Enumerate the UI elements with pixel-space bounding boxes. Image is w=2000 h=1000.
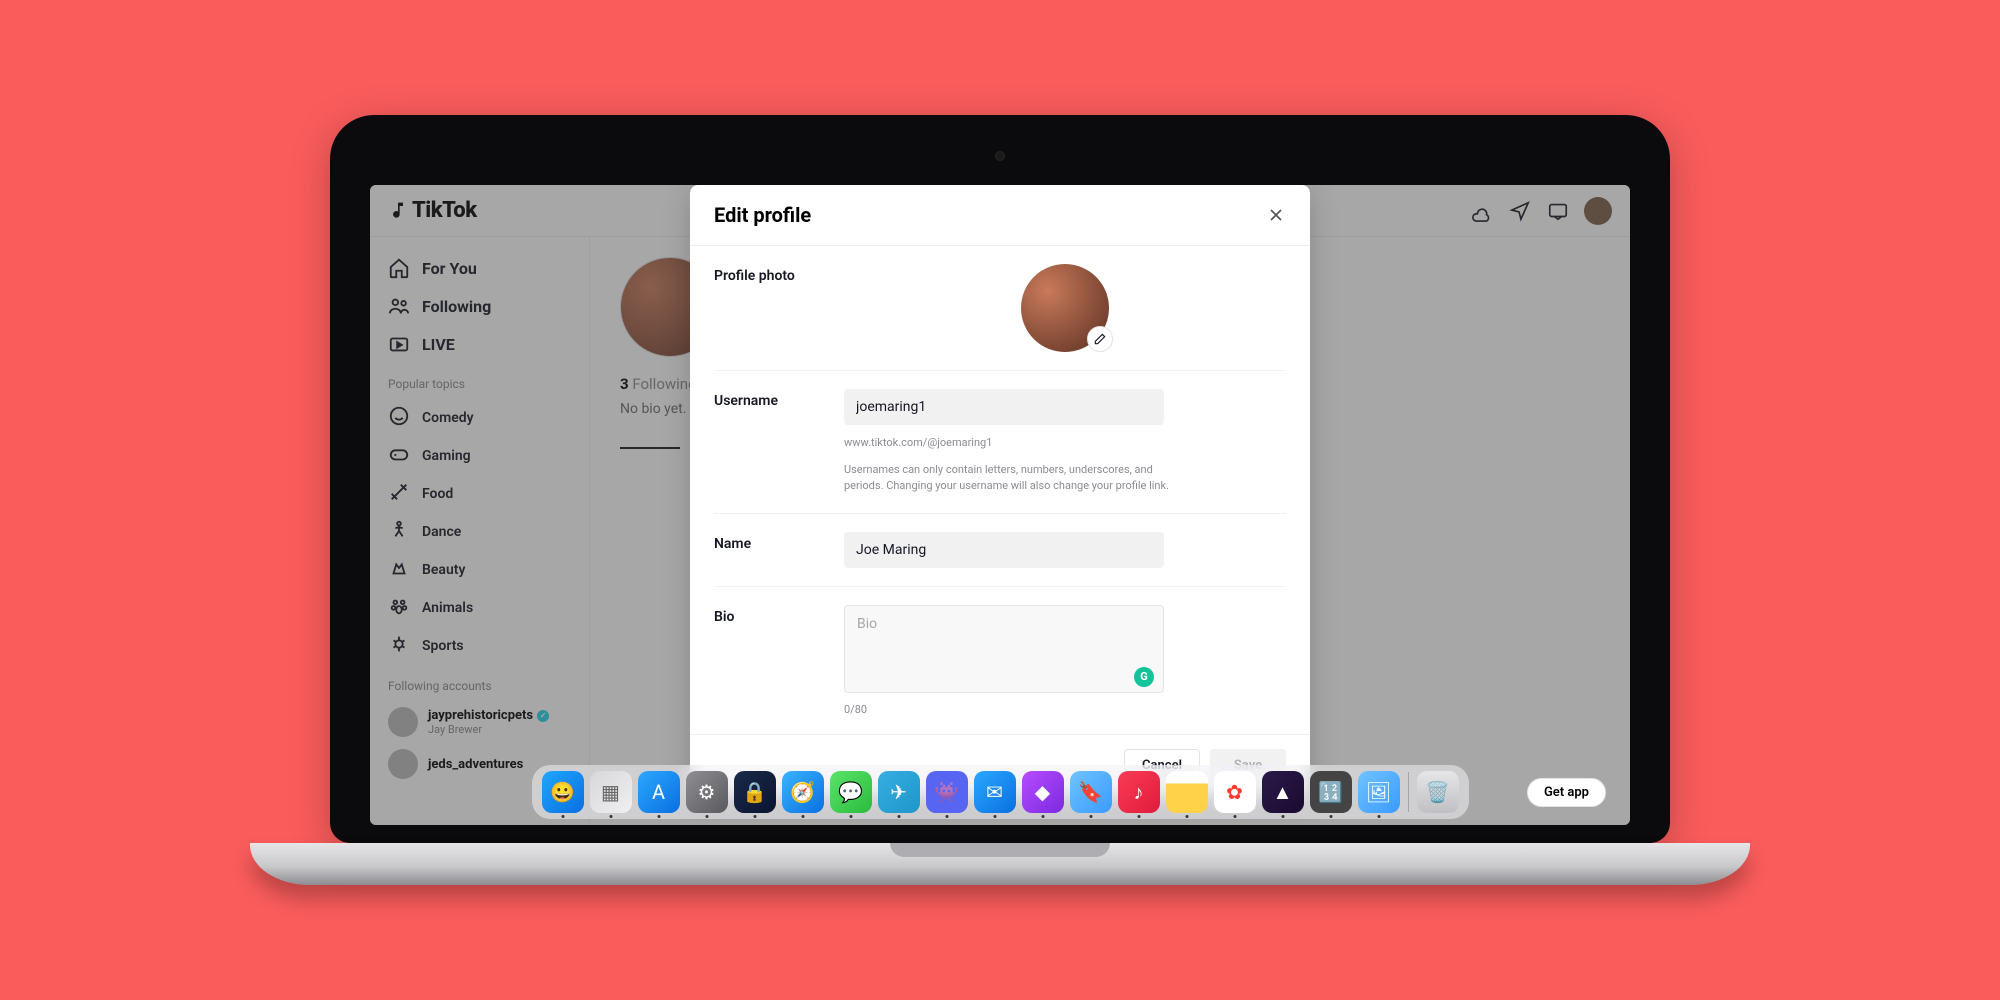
dock-trash[interactable]: 🗑️ [1417, 771, 1459, 813]
username-label: Username [714, 389, 824, 495]
modal-header: Edit profile [690, 185, 1310, 246]
dock-discord[interactable]: 👾 [926, 771, 968, 813]
close-icon[interactable] [1266, 205, 1286, 225]
laptop-base [250, 843, 1750, 885]
dock-divider [1408, 772, 1409, 812]
photo-wrap [1021, 264, 1109, 352]
dock-calculator[interactable]: 🔢 [1310, 771, 1352, 813]
pencil-icon [1093, 332, 1107, 346]
name-label: Name [714, 532, 824, 568]
dock-container: 😀▦A⚙🔒🧭💬✈👾✉◆🔖♪ ✿▲🔢🖼 🗑️ [370, 765, 1630, 819]
char-count: 0/80 [844, 703, 1286, 716]
dock-pixelmator[interactable]: ▲ [1262, 771, 1304, 813]
row-name: Name [714, 514, 1286, 587]
bio-label: Bio [714, 605, 824, 716]
name-input[interactable] [844, 532, 1164, 568]
username-input[interactable] [844, 389, 1164, 425]
laptop-frame: TikTok [330, 115, 1670, 885]
dock-reading[interactable]: 🔖 [1070, 771, 1112, 813]
edit-photo-button[interactable] [1087, 326, 1113, 352]
row-bio: Bio G 0/80 [714, 587, 1286, 734]
dock-finder[interactable]: 😀 [542, 771, 584, 813]
photo-label: Profile photo [714, 264, 824, 352]
dock-messages[interactable]: 💬 [830, 771, 872, 813]
row-username: Username www.tiktok.com/@joemaring1 User… [714, 371, 1286, 514]
username-help: Usernames can only contain letters, numb… [844, 462, 1184, 495]
dock-launchpad[interactable]: ▦ [590, 771, 632, 813]
bio-textarea[interactable] [844, 605, 1164, 693]
dock-appstore[interactable]: A [638, 771, 680, 813]
dock-notes[interactable] [1166, 771, 1208, 813]
get-app-button[interactable]: Get app [1527, 778, 1606, 807]
screen: TikTok [370, 185, 1630, 825]
row-photo: Profile photo [714, 246, 1286, 371]
modal-body: Profile photo Username [690, 246, 1310, 734]
dock-music[interactable]: ♪ [1118, 771, 1160, 813]
dock-photos[interactable]: ✿ [1214, 771, 1256, 813]
edit-profile-modal: Edit profile Profile photo [690, 185, 1310, 796]
dock-settings[interactable]: ⚙ [686, 771, 728, 813]
dock-1password[interactable]: 🔒 [734, 771, 776, 813]
dock-telegram[interactable]: ✈ [878, 771, 920, 813]
grammarly-icon[interactable]: G [1134, 667, 1154, 687]
laptop-lid: TikTok [330, 115, 1670, 843]
dock-spark[interactable]: ✉ [974, 771, 1016, 813]
modal-title: Edit profile [714, 203, 811, 227]
dock-safari[interactable]: 🧭 [782, 771, 824, 813]
url-preview: www.tiktok.com/@joemaring1 [844, 435, 1184, 452]
dock-preview[interactable]: 🖼 [1358, 771, 1400, 813]
dock-affinity[interactable]: ◆ [1022, 771, 1064, 813]
dock: 😀▦A⚙🔒🧭💬✈👾✉◆🔖♪ ✿▲🔢🖼 🗑️ [532, 765, 1469, 819]
